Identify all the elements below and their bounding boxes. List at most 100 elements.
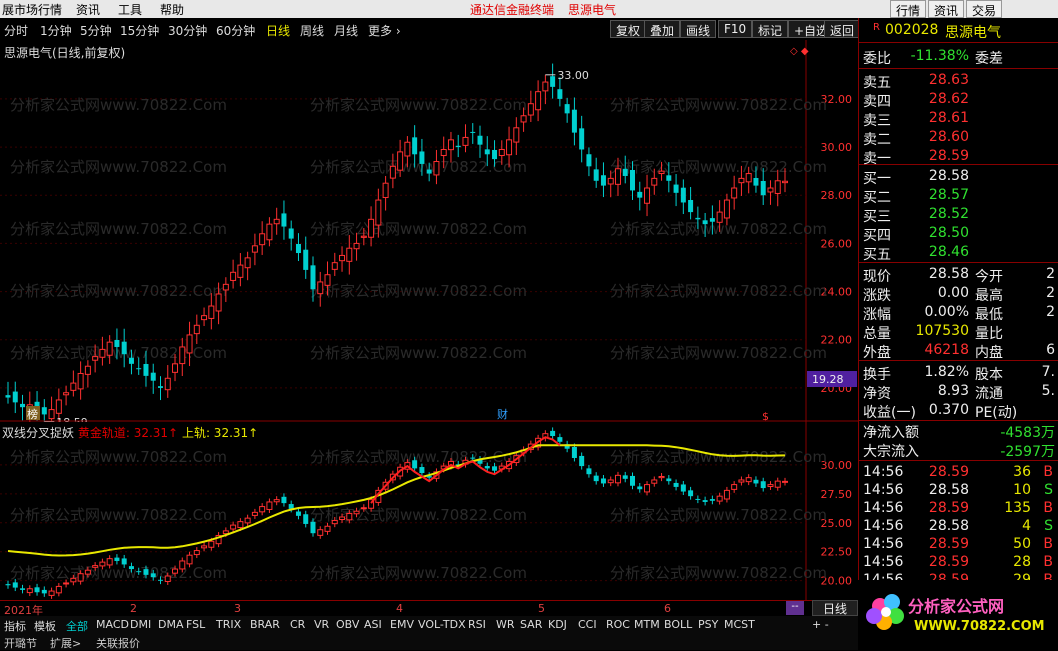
indicator-tab[interactable]: FSL (186, 618, 205, 631)
period-more[interactable]: 更多 › (368, 22, 401, 39)
tick-direction: S (1044, 482, 1053, 498)
candle (731, 481, 738, 493)
btn-draw[interactable]: 画线 (680, 20, 717, 38)
menu-help[interactable]: 帮助 (160, 1, 184, 18)
period-daily[interactable]: 日线 (266, 22, 290, 39)
indicator-tab[interactable]: ASI (364, 618, 382, 631)
watermark: 分析家公式网www.70822.Com (310, 220, 527, 238)
indicator-tab[interactable]: TRIX (216, 618, 241, 631)
btn-f10[interactable]: F10 (718, 20, 753, 38)
candle (251, 508, 258, 519)
btn-mark[interactable]: 标记 (752, 20, 789, 38)
bottom-related[interactable]: 关联报价 (96, 635, 140, 651)
indicator-tab[interactable]: EMV (390, 618, 414, 631)
stat-label: 股本 (975, 367, 1003, 383)
candle (201, 542, 208, 552)
scroll-button[interactable]: -- (786, 601, 804, 615)
indicator-tab[interactable]: DMA (158, 618, 184, 631)
candle (259, 503, 266, 516)
period-15min[interactable]: 15分钟 (120, 22, 159, 39)
indicator-tab[interactable]: OBV (336, 618, 359, 631)
stat-label: 总量 (863, 326, 891, 342)
candle (767, 180, 774, 205)
btn-news[interactable]: 资讯 (928, 0, 965, 18)
zoom-buttons[interactable]: + - (812, 618, 829, 631)
menu-news[interactable]: 资讯 (76, 1, 100, 18)
candlestick-chart[interactable]: 32.0030.0028.0026.0024.0022.0020.00分析家公式… (0, 40, 858, 422)
btn-quote[interactable]: 行情 (890, 0, 927, 18)
indicator-tab[interactable]: KDJ (548, 618, 567, 631)
candle (281, 493, 287, 507)
indicator-tab[interactable]: DMI (130, 618, 151, 631)
menu-market[interactable]: 展市场行情 (2, 1, 62, 18)
candle (382, 175, 389, 211)
indicator-tab[interactable]: MACD (96, 618, 129, 631)
indicator-tab[interactable]: VR (314, 618, 329, 631)
chart-title: 思源电气(日线,前复权) (4, 46, 126, 60)
stock-code: 002028 (885, 22, 939, 38)
indicator-tab[interactable]: MCST (724, 618, 755, 631)
period-monthly[interactable]: 月线 (334, 22, 358, 39)
ask-label: 卖三 (863, 113, 891, 129)
indicator-tab[interactable]: ROC (606, 618, 630, 631)
watermark: 分析家公式网www.70822.Com (610, 158, 827, 176)
candle (259, 221, 266, 255)
stat-label: 最低 (975, 307, 1003, 323)
candle (48, 587, 55, 599)
bottom-item[interactable]: 开璐节 (4, 635, 37, 651)
candle (630, 472, 636, 490)
period-tick[interactable]: 分时 (4, 22, 28, 39)
indicator-tab[interactable]: MTM (634, 618, 660, 631)
candle (760, 477, 766, 492)
watermark: 分析家公式网www.70822.Com (310, 564, 527, 582)
period-30min[interactable]: 30分钟 (168, 22, 207, 39)
candle (651, 476, 658, 487)
bid-price: 28.50 (928, 225, 969, 241)
period-weekly[interactable]: 周线 (300, 22, 324, 39)
candle (767, 481, 774, 490)
candle (470, 123, 476, 144)
indicator-tab[interactable]: SAR (520, 618, 542, 631)
btn-overlay[interactable]: 叠加 (644, 20, 681, 38)
candle (244, 251, 251, 281)
candle (41, 586, 47, 597)
candle (303, 236, 309, 279)
candle (637, 181, 643, 211)
indicator-chart[interactable]: 30.0027.5025.0022.5020.00分析家公式网www.70822… (0, 422, 858, 600)
tick-direction: B (1043, 536, 1053, 552)
flower-icon (866, 594, 904, 630)
candle (542, 430, 549, 442)
candle (571, 97, 577, 146)
watermark: 分析家公式网www.70822.Com (10, 96, 227, 114)
bottom-expand[interactable]: 扩展> (50, 635, 81, 651)
tick-time: 14:56 (863, 554, 904, 570)
indicator-tab[interactable]: WR (496, 618, 515, 631)
indicator-tab[interactable]: PSY (698, 618, 718, 631)
indicator-tab[interactable]: VOL-TDX (418, 618, 466, 631)
chart-options-icon: ◇ ◆ (790, 46, 809, 57)
indicator-tab[interactable]: 指标 (4, 618, 26, 634)
period-60min[interactable]: 60分钟 (216, 22, 255, 39)
indicator-tab[interactable]: RSI (468, 618, 486, 631)
bid-label: 买五 (863, 247, 891, 263)
indicator-tab[interactable]: CR (290, 618, 305, 631)
candle (716, 492, 723, 505)
indicator-tab[interactable]: 全部 (66, 618, 88, 634)
candle (658, 473, 665, 482)
period-1min[interactable]: 1分钟 (40, 22, 72, 39)
tick-direction: B (1043, 554, 1053, 570)
indicator-tab[interactable]: BOLL (664, 618, 692, 631)
quote-panel: R 002028 思源电气 委比 -11.38% 委差 卖五 28.63 卖四 28.… (858, 18, 1058, 650)
period-5min[interactable]: 5分钟 (80, 22, 112, 39)
btn-adjust[interactable]: 复权 (610, 20, 647, 38)
menu-tools[interactable]: 工具 (118, 1, 142, 18)
indicator-tab[interactable]: BRAR (250, 618, 280, 631)
btn-back[interactable]: 返回 (824, 20, 861, 38)
rank-marker: 榜 (27, 407, 38, 421)
candle (295, 233, 301, 262)
candle (26, 585, 33, 597)
daily-tab[interactable]: 日线 (812, 600, 858, 616)
btn-trade[interactable]: 交易 (966, 0, 1003, 18)
indicator-tab[interactable]: 模板 (34, 618, 56, 634)
indicator-tab[interactable]: CCI (578, 618, 597, 631)
